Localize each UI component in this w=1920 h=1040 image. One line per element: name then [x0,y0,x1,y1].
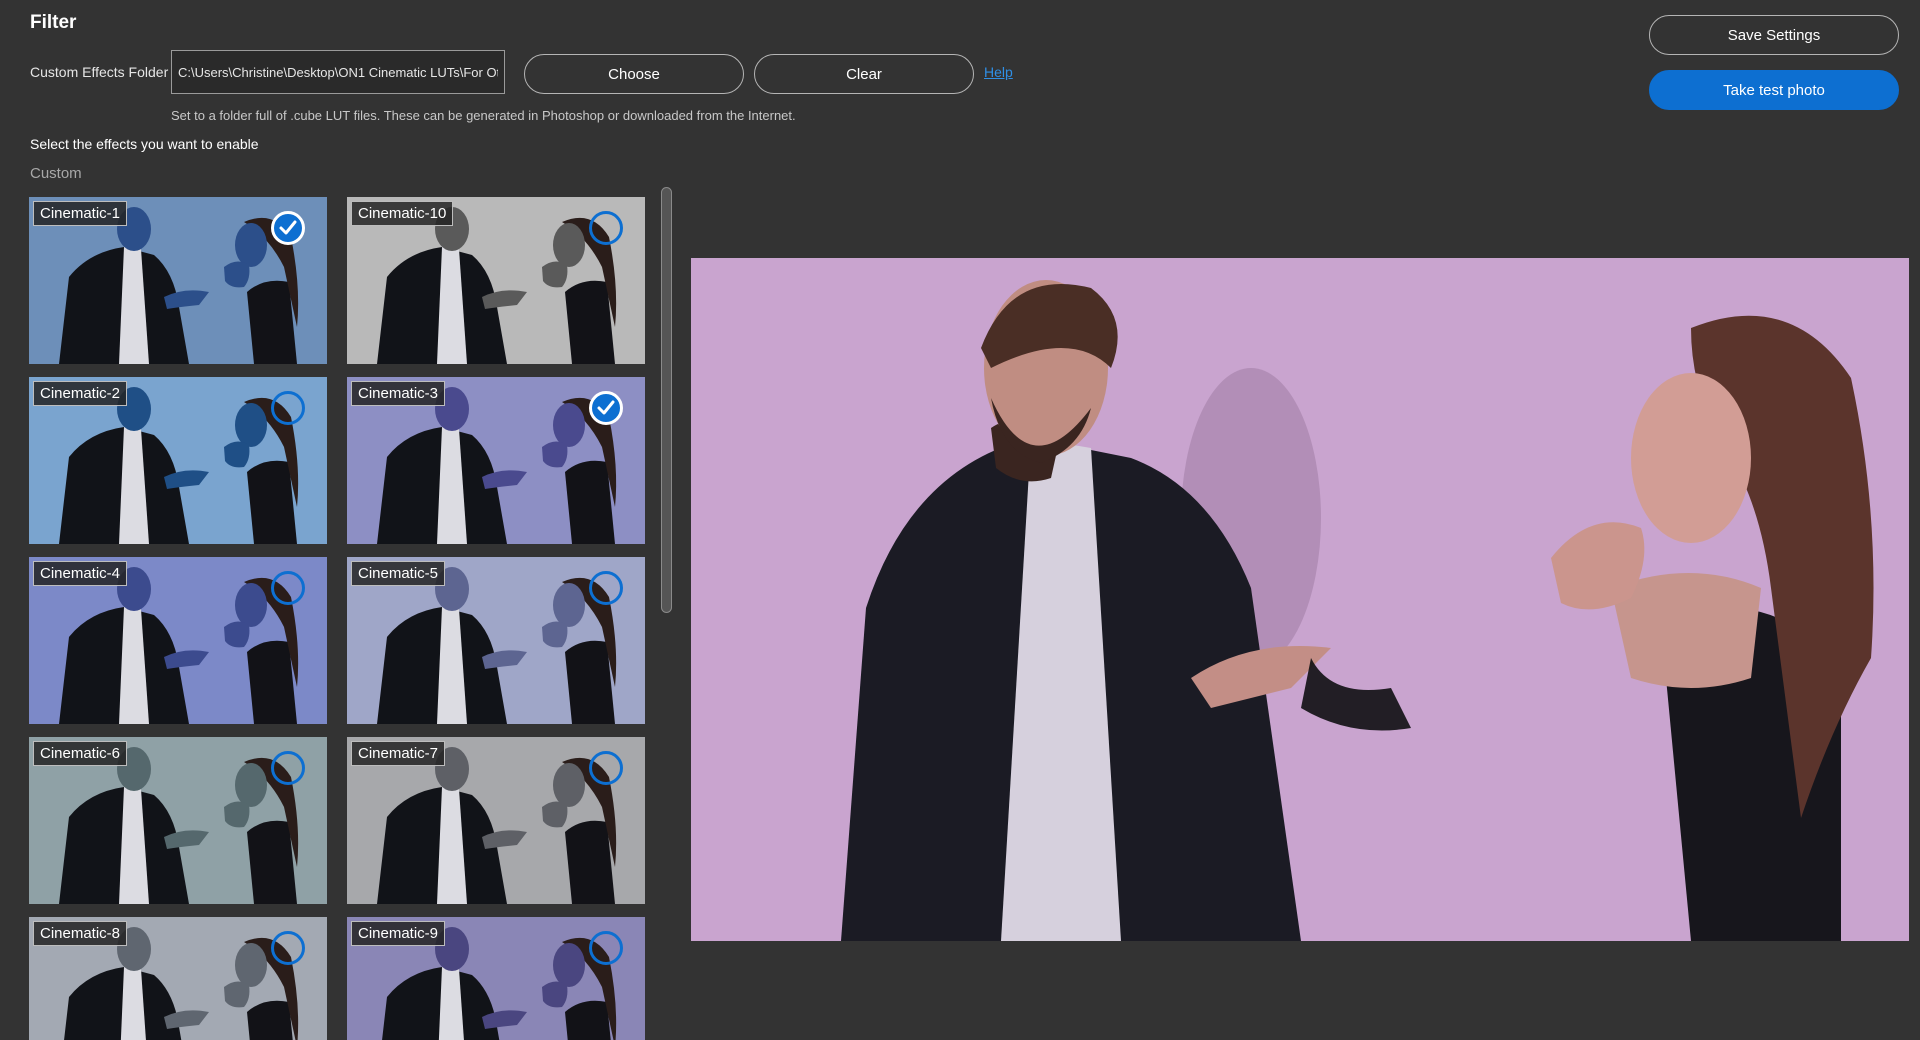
checkmark-icon[interactable] [589,751,623,785]
effects-instruction: Select the effects you want to enable [30,136,259,152]
folder-hint-text: Set to a folder full of .cube LUT files.… [171,108,796,123]
page-title: Filter [30,12,77,33]
custom-effects-folder-label: Custom Effects Folder [30,64,169,80]
effect-thumbnail[interactable]: Cinematic-8 [29,917,327,1040]
checkmark-icon[interactable] [589,211,623,245]
checkmark-icon[interactable] [589,931,623,965]
effect-label: Cinematic-8 [33,921,128,946]
effect-thumbnail[interactable]: Cinematic-9 [347,917,645,1040]
checkmark-icon[interactable] [271,391,305,425]
effect-thumbnail[interactable]: Cinematic-10 [347,197,645,364]
checkmark-icon[interactable] [589,571,623,605]
effects-scrollbar[interactable] [661,187,672,613]
effect-thumbnail[interactable]: Cinematic-5 [347,557,645,724]
help-link[interactable]: Help [984,64,1013,80]
effect-thumbnail[interactable]: Cinematic-1 [29,197,327,364]
checkmark-icon[interactable] [271,211,305,245]
effects-grid: Cinematic-1 Cinematic-10 Cinematic-2 Cin… [29,197,649,1040]
preview-photo [691,258,1909,941]
choose-button[interactable]: Choose [524,54,744,94]
effect-label: Cinematic-1 [33,201,128,226]
effect-label: Cinematic-5 [351,561,446,586]
take-test-photo-button[interactable]: Take test photo [1649,70,1899,110]
effect-label: Cinematic-6 [33,741,128,766]
effect-thumbnail[interactable]: Cinematic-2 [29,377,327,544]
effect-thumbnail[interactable]: Cinematic-3 [347,377,645,544]
preview-image [691,258,1909,941]
effect-label: Cinematic-10 [351,201,454,226]
effect-thumbnail[interactable]: Cinematic-4 [29,557,327,724]
custom-effects-folder-input[interactable] [171,50,505,94]
effect-thumbnail[interactable]: Cinematic-6 [29,737,327,904]
checkmark-icon[interactable] [271,751,305,785]
effect-label: Cinematic-3 [351,381,446,406]
save-settings-button[interactable]: Save Settings [1649,15,1899,55]
checkmark-icon[interactable] [271,931,305,965]
effects-section-label: Custom [30,165,82,182]
checkmark-icon[interactable] [589,391,623,425]
effect-thumbnail[interactable]: Cinematic-7 [347,737,645,904]
effect-label: Cinematic-4 [33,561,128,586]
checkmark-icon[interactable] [271,571,305,605]
effect-label: Cinematic-9 [351,921,446,946]
effect-label: Cinematic-7 [351,741,446,766]
effect-label: Cinematic-2 [33,381,128,406]
clear-button[interactable]: Clear [754,54,974,94]
